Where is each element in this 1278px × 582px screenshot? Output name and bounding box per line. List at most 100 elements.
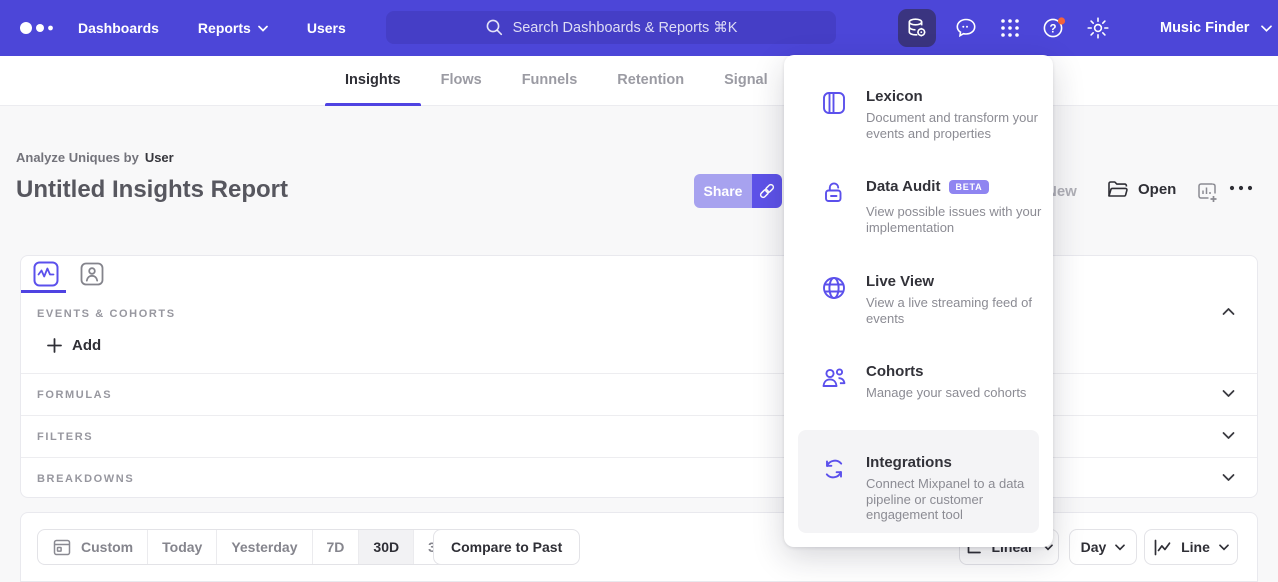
topbar-icon-group: ? — [898, 9, 1112, 47]
users-view-tab[interactable] — [79, 261, 105, 287]
menu-item-title: Lexicon — [866, 88, 1048, 105]
chevron-down-icon — [1261, 25, 1272, 32]
menu-item-description: View possible issues with your implement… — [866, 204, 1048, 235]
menu-item-lexicon[interactable]: Lexicon Document and transform your even… — [784, 88, 1053, 141]
menu-item-title: Data Audit — [866, 178, 940, 195]
tab-flows[interactable]: Flows — [421, 56, 502, 106]
lexicon-icon — [820, 89, 848, 141]
tab-funnels[interactable]: Funnels — [502, 56, 598, 106]
data-management-dropdown-panel: Lexicon Document and transform your even… — [784, 55, 1053, 547]
chart-toolbar-card: Custom Today Yesterday 7D 30D 3M 6M 12M … — [20, 512, 1258, 582]
tab-signal[interactable]: Signal — [704, 56, 788, 106]
project-selector[interactable]: Music Finder — [1160, 0, 1272, 56]
svg-text:?: ? — [1049, 23, 1056, 35]
menu-item-cohorts[interactable]: Cohorts Manage your saved cohorts — [784, 363, 1053, 401]
menu-item-title: Cohorts — [866, 363, 1048, 380]
section-filters[interactable]: FILTERS — [21, 415, 1257, 457]
interval-dropdown[interactable]: Day — [1069, 529, 1137, 565]
chevron-down-icon — [1219, 544, 1229, 551]
data-audit-icon — [820, 179, 848, 235]
menu-item-description: Connect Mixpanel to a data pipeline or c… — [866, 476, 1048, 523]
gear-icon — [1085, 15, 1111, 41]
range-30d[interactable]: 30D — [359, 530, 414, 564]
notification-dot — [1058, 17, 1065, 24]
mixpanel-logo[interactable] — [18, 20, 60, 36]
chat-bubble-icon — [953, 15, 979, 41]
chevron-down-icon — [1115, 544, 1125, 551]
menu-item-title: Integrations — [866, 454, 1048, 471]
menu-item-description: View a live streaming feed of events — [866, 295, 1048, 326]
chevron-down-icon[interactable] — [1222, 473, 1235, 482]
data-management-icon — [905, 16, 929, 40]
more-options-button[interactable] — [1228, 184, 1254, 192]
section-events-cohorts[interactable]: EVENTS & COHORTS Add — [21, 292, 1257, 373]
share-button-group: Share — [694, 174, 782, 208]
share-button[interactable]: Share — [694, 174, 752, 208]
folder-icon — [1107, 180, 1129, 199]
menu-item-description: Manage your saved cohorts — [866, 385, 1048, 401]
open-report-button[interactable]: Open — [1107, 180, 1176, 199]
chevron-up-icon[interactable] — [1222, 307, 1235, 316]
plus-icon — [47, 338, 62, 353]
help-button[interactable]: ? — [1040, 14, 1068, 42]
project-name: Music Finder — [1160, 20, 1249, 36]
menu-item-description: Document and transform your events and p… — [866, 110, 1048, 141]
copy-link-button[interactable] — [752, 174, 782, 208]
breadcrumb-analysis-type[interactable]: User — [145, 150, 174, 165]
add-to-dashboard-button[interactable] — [1196, 181, 1218, 203]
person-icon — [80, 262, 104, 286]
metrics-view-tab[interactable] — [33, 261, 59, 287]
page-title: Untitled Insights Report — [16, 176, 288, 204]
more-options-icon — [1228, 184, 1254, 192]
tab-insights[interactable]: Insights — [325, 56, 421, 106]
add-to-dashboard-icon — [1196, 181, 1218, 203]
calendar-icon — [52, 537, 72, 557]
nav-users[interactable]: Users — [307, 20, 346, 36]
live-view-icon — [820, 274, 848, 326]
chevron-down-icon — [258, 25, 268, 32]
feedback-button[interactable] — [952, 14, 980, 42]
data-management-button[interactable] — [898, 9, 936, 47]
range-7d[interactable]: 7D — [313, 530, 360, 564]
menu-item-live-view[interactable]: Live View View a live streaming feed of … — [784, 273, 1053, 326]
search-icon — [485, 18, 504, 37]
apps-grid-icon — [998, 16, 1022, 40]
cohorts-icon — [820, 364, 848, 401]
tab-retention[interactable]: Retention — [597, 56, 704, 106]
section-label: FILTERS — [37, 431, 93, 443]
chart-pulse-icon — [33, 261, 59, 287]
integrations-icon — [820, 455, 848, 533]
range-yesterday[interactable]: Yesterday — [217, 530, 312, 564]
search-input[interactable]: Search Dashboards & Reports ⌘K — [386, 11, 836, 44]
menu-item-data-audit[interactable]: Data Audit BETA View possible issues wit… — [784, 178, 1053, 235]
search-placeholder: Search Dashboards & Reports ⌘K — [513, 20, 738, 36]
apps-grid-button[interactable] — [996, 14, 1024, 42]
section-formulas[interactable]: FORMULAS — [21, 373, 1257, 415]
report-tabstrip: Insights Flows Funnels Retention Signal … — [0, 56, 1278, 106]
builder-view-tabs — [21, 256, 1257, 292]
link-icon — [757, 181, 777, 201]
compare-to-past-button[interactable]: Compare to Past — [433, 529, 580, 565]
settings-button[interactable] — [1084, 14, 1112, 42]
section-label: BREAKDOWNS — [37, 473, 134, 485]
menu-item-integrations[interactable]: Integrations Connect Mixpanel to a data … — [798, 430, 1039, 533]
primary-nav: Dashboards Reports Users — [78, 0, 346, 56]
chart-type-dropdown[interactable]: Line — [1144, 529, 1238, 565]
query-builder-card: EVENTS & COHORTS Add FORMULAS FILTERS BR… — [20, 255, 1258, 498]
line-chart-icon — [1153, 539, 1172, 556]
chevron-down-icon[interactable] — [1222, 431, 1235, 440]
menu-item-title: Live View — [866, 273, 1048, 290]
breadcrumb: Analyze Uniques byUser — [16, 150, 174, 165]
range-custom[interactable]: Custom — [38, 530, 148, 564]
help-icon: ? — [1040, 14, 1068, 42]
add-event-button[interactable]: Add — [47, 337, 101, 354]
top-navigation-bar: Dashboards Reports Users Search Dashboar… — [0, 0, 1278, 56]
nav-reports[interactable]: Reports — [198, 20, 268, 36]
range-today[interactable]: Today — [148, 530, 217, 564]
section-breakdowns[interactable]: BREAKDOWNS — [21, 457, 1257, 499]
chevron-down-icon[interactable] — [1222, 389, 1235, 398]
beta-badge: BETA — [949, 180, 988, 194]
nav-dashboards[interactable]: Dashboards — [78, 20, 159, 36]
section-label: FORMULAS — [37, 389, 112, 401]
section-label: EVENTS & COHORTS — [37, 308, 176, 320]
